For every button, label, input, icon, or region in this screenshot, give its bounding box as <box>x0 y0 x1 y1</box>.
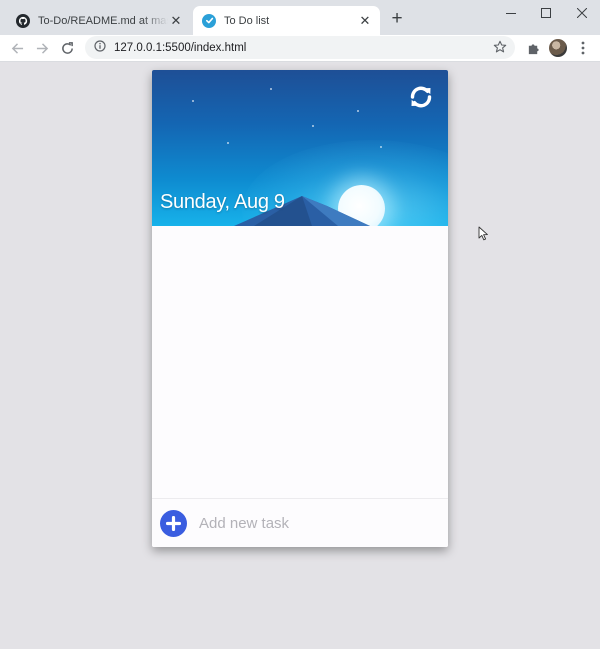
info-icon[interactable] <box>94 39 106 57</box>
todo-card: Sunday, Aug 9 <box>152 70 448 547</box>
minimize-icon[interactable] <box>493 0 529 26</box>
reload-icon[interactable] <box>57 38 77 58</box>
browser-toolbar: 127.0.0.1:5500/index.html <box>0 35 600 62</box>
todo-check-icon <box>202 13 216 28</box>
add-task-input[interactable] <box>199 510 429 536</box>
tab-todo-title: To Do list <box>224 14 270 27</box>
new-tab-plus-icon[interactable]: + <box>388 8 406 29</box>
refresh-icon[interactable] <box>406 82 436 112</box>
forward-arrow-icon[interactable] <box>32 38 52 58</box>
extensions-puzzle-icon[interactable] <box>523 38 543 58</box>
date-heading: Sunday, Aug 9 <box>160 191 285 213</box>
menu-kebab-icon[interactable] <box>573 38 593 58</box>
tab-strip: To-Do/README.md at master · a ✕ To Do li… <box>0 0 600 35</box>
address-url: 127.0.0.1:5500/index.html <box>114 41 247 54</box>
header-banner: Sunday, Aug 9 <box>152 70 448 226</box>
bookmark-star-icon[interactable] <box>493 40 507 59</box>
tab-readme-title: To-Do/README.md at master · a <box>38 14 168 27</box>
maximize-icon[interactable] <box>528 0 564 26</box>
tab-readme-close-icon[interactable]: ✕ <box>168 13 184 29</box>
add-task-bar <box>152 498 448 547</box>
task-list <box>152 226 448 498</box>
tab-readme[interactable]: To-Do/README.md at master · a ✕ <box>8 6 191 35</box>
github-icon <box>16 13 30 28</box>
add-task-plus-icon[interactable] <box>160 509 187 537</box>
address-bar[interactable]: 127.0.0.1:5500/index.html <box>85 36 515 59</box>
close-window-icon[interactable] <box>564 0 600 26</box>
tab-todo-close-icon[interactable]: ✕ <box>357 13 373 29</box>
back-arrow-icon[interactable] <box>7 38 27 58</box>
mouse-cursor-icon <box>478 226 488 241</box>
tab-todo-list[interactable]: To Do list ✕ <box>193 6 380 35</box>
profile-avatar[interactable] <box>549 39 567 57</box>
